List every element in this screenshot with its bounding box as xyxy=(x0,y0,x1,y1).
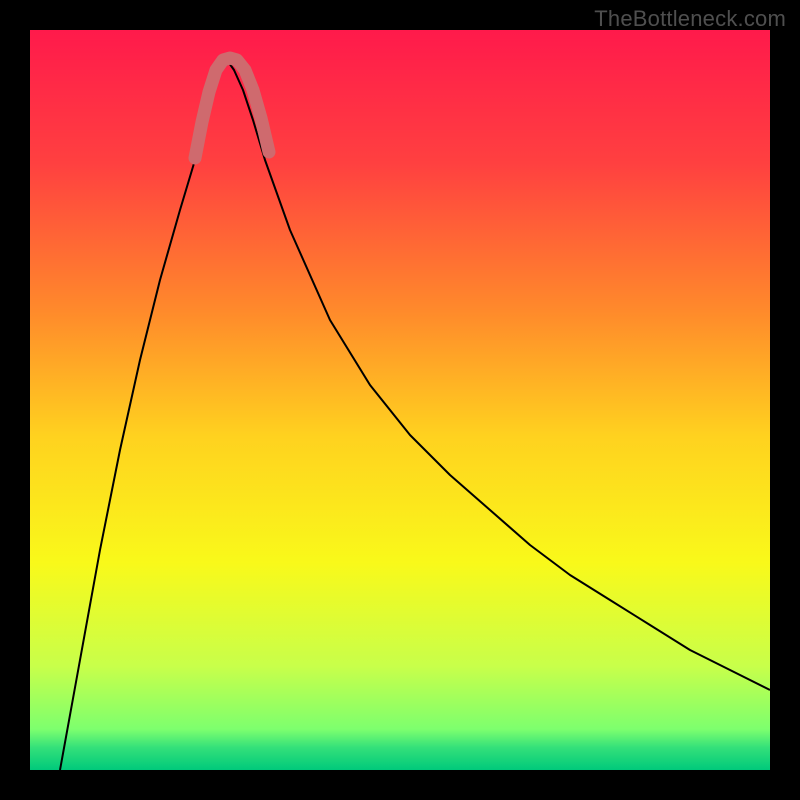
gradient-background xyxy=(30,30,770,770)
watermark-text: TheBottleneck.com xyxy=(594,6,786,32)
plot-svg xyxy=(30,30,770,770)
plot-area xyxy=(30,30,770,770)
chart-frame: TheBottleneck.com xyxy=(0,0,800,800)
